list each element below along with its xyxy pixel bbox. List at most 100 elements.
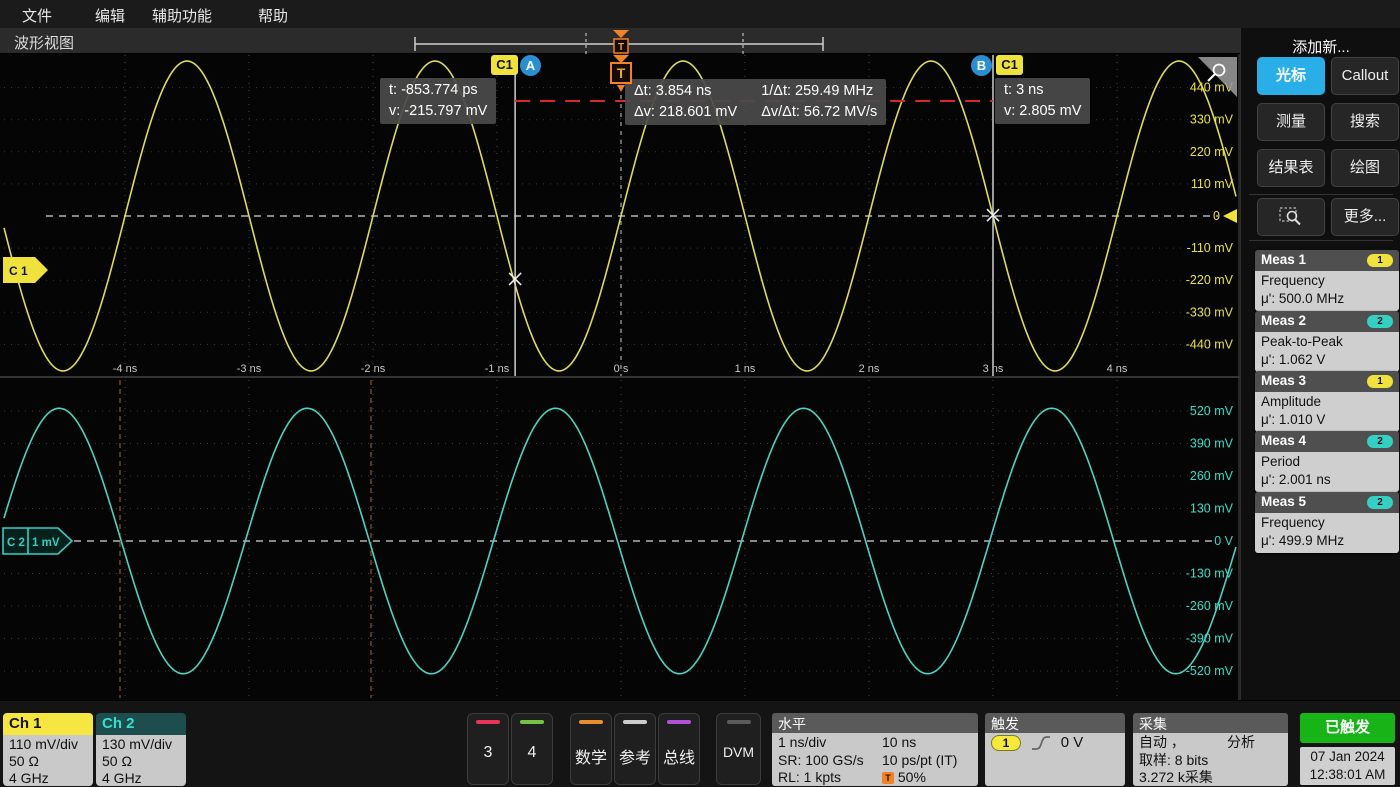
svg-text:4 ns: 4 ns [1107,363,1128,375]
meas-4-card[interactable]: Meas 4 2 Periodμ': 2.001 ns [1255,431,1399,492]
svg-text:C 1: C 1 [9,264,28,278]
menu-item-edit[interactable]: 编辑 [95,5,125,26]
trigger-position-percent: 50% [898,769,926,785]
callout-button[interactable]: Callout [1331,57,1399,95]
ch2-termination: 50 Ω [102,753,180,770]
timebase-ruler[interactable]: T [0,28,1240,54]
trigger-ruler-t-icon[interactable]: T [618,42,624,53]
zoom-corner-icon[interactable] [1198,56,1238,98]
dvm-button[interactable]: DVM [716,713,761,785]
svg-text:-130 mV: -130 mV [1186,567,1234,581]
cursor-b-source-badge[interactable]: C1 [996,55,1023,75]
more-button[interactable]: 更多... [1331,198,1399,236]
meas-4-type: Period [1261,453,1393,471]
ch2-badge[interactable]: Ch 2 130 mV/div 50 Ω 4 GHz [96,713,186,786]
meas-1-card[interactable]: Meas 11 Frequencyμ': 500.0 MHz [1255,250,1399,311]
svg-text:-2 ns: -2 ns [361,363,386,375]
meas-3-title: Meas 3 [1261,373,1306,388]
ref-button[interactable]: 参考 [614,713,656,785]
meas-3-value: μ': 1.010 V [1261,411,1393,429]
cursor-b-readout: t: 3 ns v: 2.805 mV [995,78,1090,124]
ch3-button[interactable]: 3 [467,713,509,785]
cursor-a-source-badge[interactable]: C1 [491,55,518,75]
meas-4-value: μ': 2.001 ns [1261,471,1393,489]
svg-text:-3 ns: -3 ns [237,363,262,375]
meas-1-source-badge: 1 [1367,254,1393,267]
horizontal-window: 10 ns [882,734,916,750]
svg-text:2 ns: 2 ns [859,363,880,375]
svg-text:-220 mV: -220 mV [1186,273,1234,287]
cursor-button[interactable]: 光标 [1257,57,1325,95]
ch1-scale: 110 mV/div [9,736,87,753]
cursor-delta-readout: Δt: 3.854 ns1/Δt: 259.49 MHz Δv: 218.601… [625,79,886,125]
acquisition-panel[interactable]: 采集 自动 ，分析 取样: 8 bits 3.272 k采集 [1133,713,1288,786]
svg-text:-260 mV: -260 mV [1186,599,1234,613]
meas-2-value: μ': 1.062 V [1261,351,1393,369]
date-text: 07 Jan 2024 [1300,748,1395,766]
waveform-view-tabstrip: 波形视图 T [0,28,1240,54]
meas-4-source-badge: 2 [1367,435,1393,448]
meas-5-title: Meas 5 [1261,494,1306,509]
time-text: 12:38:01 AM [1300,766,1395,784]
math-button[interactable]: 数学 [570,713,612,785]
cursor-a-badge[interactable]: A [520,55,541,76]
menu-item-help[interactable]: 帮助 [258,5,288,26]
svg-text:-390 mV: -390 mV [1186,632,1234,646]
right-sidebar: 添加新... 光标 Callout 测量 搜索 结果表 绘图 更多... Mea… [1240,28,1400,700]
trigger-position-arrow[interactable] [613,30,629,38]
meas-4-title: Meas 4 [1261,433,1306,448]
horizontal-panel[interactable]: 水平 1 ns/div10 ns SR: 100 GS/s10 ps/pt (I… [772,713,978,786]
svg-text:0 V: 0 V [1214,534,1233,548]
zoom-box-icon [1278,205,1304,229]
svg-text:C 2: C 2 [7,537,25,549]
svg-text:1 ns: 1 ns [735,363,756,375]
sample-resolution: 10 ps/pt (IT) [882,752,957,768]
svg-text:0: 0 [1213,209,1220,223]
ch4-button[interactable]: 4 [511,713,553,785]
svg-text:-330 mV: -330 mV [1186,305,1234,319]
trigger-panel[interactable]: 触发 1 0 V [985,713,1125,786]
plot-button[interactable]: 绘图 [1331,149,1399,187]
menu-item-accessibility[interactable]: 辅助功能 [152,5,212,26]
bus-button[interactable]: 总线 [658,713,700,785]
ch2-scale: 130 mV/div [102,736,180,753]
menu-item-file[interactable]: 文件 [22,5,52,26]
acquisition-analysis: 分析 [1227,734,1255,750]
acquisition-count: 3.272 k采集 [1139,769,1282,786]
measure-button[interactable]: 测量 [1257,103,1325,141]
waveform-display[interactable]: -4 ns-3 ns-2 ns-1 ns0 s1 ns2 ns3 ns4 ns4… [0,54,1240,700]
results-table-button[interactable]: 结果表 [1257,149,1325,187]
meas-1-type: Frequency [1261,272,1393,290]
svg-text:1 mV: 1 mV [32,537,60,549]
meas-5-card[interactable]: Meas 52 Frequencyμ': 499.9 MHz [1255,492,1399,553]
trigger-marker[interactable]: T [608,54,634,94]
ch1-badge[interactable]: Ch 1 110 mV/div 50 Ω 4 GHz [3,713,93,786]
trigger-level: 0 V [1061,734,1084,751]
meas-3-type: Amplitude [1261,393,1393,411]
menu-bar: 文件 编辑 辅助功能 帮助 [0,0,1400,28]
waveform-graticule[interactable]: -4 ns-3 ns-2 ns-1 ns0 s1 ns2 ns3 ns4 ns4… [0,54,1240,700]
trigger-t-icon: T [617,65,626,81]
acquisition-bits: 取样: 8 bits [1139,752,1282,770]
svg-text:-1 ns: -1 ns [485,363,510,375]
meas-2-card[interactable]: Meas 22 Peak-to-Peakμ': 1.062 V [1255,311,1399,372]
trigger-status-button[interactable]: 已触发 [1300,713,1395,743]
meas-5-value: μ': 499.9 MHz [1261,532,1393,550]
svg-text:-4 ns: -4 ns [113,363,138,375]
ch2-ground-level-badge[interactable]: C 2 1 mV [2,527,76,555]
sample-rate: SR: 100 GS/s [778,752,882,770]
svg-text:-440 mV: -440 mV [1186,337,1234,351]
trigger-position-icon: T [882,772,894,784]
meas-5-source-badge: 2 [1367,496,1393,509]
meas-3-card[interactable]: Meas 31 Amplitudeμ': 1.010 V [1255,371,1399,432]
ch2-label: Ch 2 [96,713,186,735]
ch2-bandwidth: 4 GHz [102,770,180,786]
datetime-display: 07 Jan 2024 12:38:01 AM [1300,747,1395,785]
ch1-ground-level-badge[interactable]: C 1 [2,256,50,284]
cursor-b-badge[interactable]: B [971,55,992,76]
search-button[interactable]: 搜索 [1331,103,1399,141]
horizontal-title: 水平 [772,713,978,733]
zoom-mode-button[interactable] [1257,198,1325,236]
meas-2-source-badge: 2 [1367,315,1393,328]
svg-text:130 mV: 130 mV [1190,502,1234,516]
